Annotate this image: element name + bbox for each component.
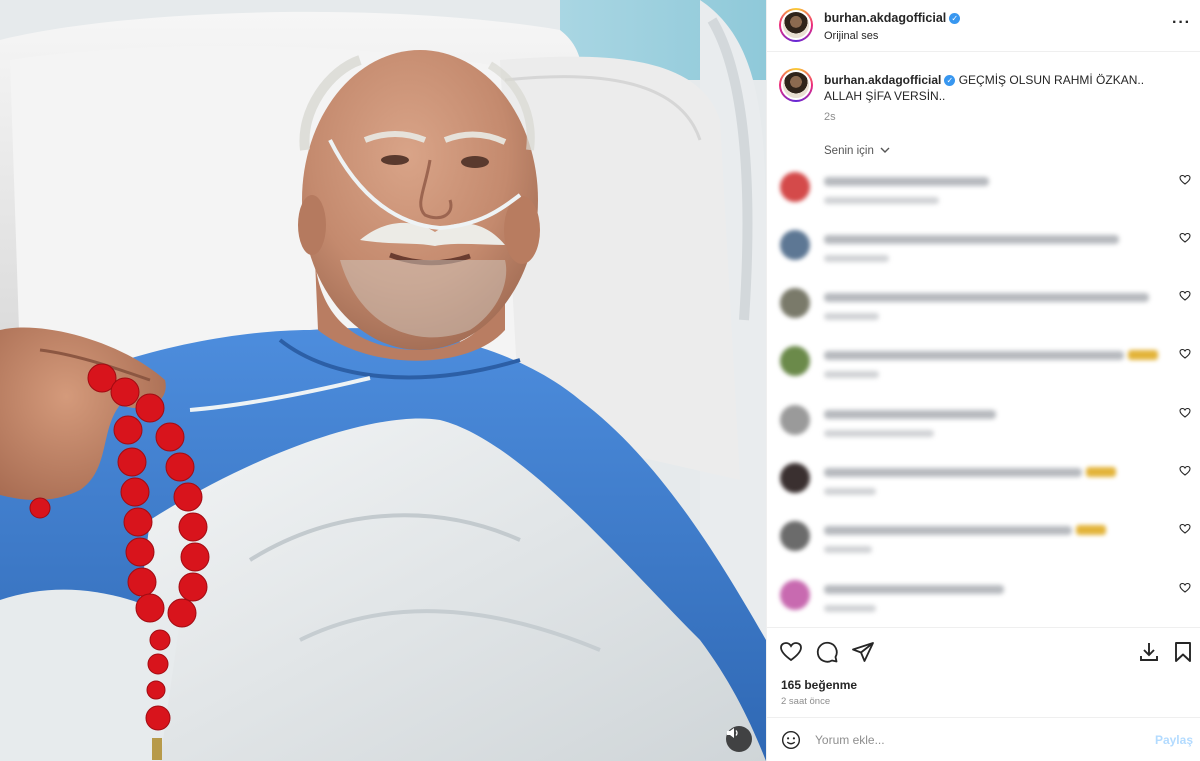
comment-text-blurred	[824, 526, 1072, 535]
comment-like-heart-icon[interactable]	[1179, 465, 1191, 477]
comment-bubble-icon[interactable]	[815, 640, 839, 664]
post-timestamp[interactable]: 2 saat önce	[781, 696, 830, 707]
post-video[interactable]	[0, 0, 766, 761]
comment-text-blurred	[824, 468, 1082, 477]
comment-like-heart-icon[interactable]	[1179, 174, 1191, 186]
comment-item	[767, 172, 1200, 230]
comment-meta-blurred	[824, 488, 876, 495]
comment-meta-blurred	[824, 430, 934, 437]
caption-time[interactable]: 2s	[824, 111, 836, 123]
comment-avatar[interactable]	[780, 521, 810, 551]
share-send-icon[interactable]	[851, 640, 875, 664]
comments-filter-dropdown[interactable]: Senin için	[824, 145, 890, 157]
comment-item	[767, 405, 1200, 463]
author-avatar[interactable]	[779, 8, 813, 42]
comment-meta-blurred	[824, 197, 939, 204]
comments-filter-label: Senin için	[824, 145, 874, 157]
like-heart-icon[interactable]	[779, 640, 803, 664]
post-header: burhan.akdagofficial ✓ Orijinal ses ···	[767, 0, 1200, 52]
emoji-smiley-icon[interactable]	[781, 730, 801, 750]
comment-avatar[interactable]	[780, 230, 810, 260]
comment-item	[767, 463, 1200, 521]
comment-like-heart-icon[interactable]	[1179, 348, 1191, 360]
comment-text-blurred	[824, 351, 1124, 360]
caption-avatar[interactable]	[779, 68, 813, 102]
comment-item	[767, 230, 1200, 288]
comment-like-heart-icon[interactable]	[1179, 407, 1191, 419]
comment-meta-blurred	[824, 371, 879, 378]
audio-label[interactable]: Orijinal ses	[824, 30, 878, 42]
video-frame	[0, 0, 766, 761]
comment-avatar[interactable]	[780, 405, 810, 435]
comment-avatar[interactable]	[780, 580, 810, 610]
speaker-icon	[727, 728, 738, 738]
chevron-down-icon	[880, 147, 890, 153]
download-icon[interactable]	[1137, 640, 1161, 664]
verified-badge-icon: ✓	[944, 75, 956, 86]
post-side-panel: burhan.akdagofficial ✓ Orijinal ses ··· b…	[766, 0, 1200, 761]
comment-avatar[interactable]	[780, 288, 810, 318]
comment-avatar[interactable]	[780, 172, 810, 202]
mute-button[interactable]	[726, 726, 752, 752]
author-username[interactable]: burhan.akdagofficial ✓	[824, 11, 961, 25]
comment-item	[767, 288, 1200, 346]
post-comment-button[interactable]: Paylaş	[1155, 733, 1193, 747]
comment-text-blurred	[824, 235, 1119, 244]
comment-meta-blurred	[824, 313, 879, 320]
comment-avatar[interactable]	[780, 346, 810, 376]
comment-avatar[interactable]	[780, 463, 810, 493]
comment-emoji-blurred	[1076, 525, 1106, 535]
comment-text-blurred	[824, 177, 989, 186]
verified-badge-icon: ✓	[949, 13, 961, 24]
comment-like-heart-icon[interactable]	[1179, 523, 1191, 535]
comment-input[interactable]	[815, 729, 1135, 751]
comment-text-blurred	[824, 293, 1149, 302]
likes-count[interactable]: 165 beğenme	[781, 678, 857, 692]
comment-meta-blurred	[824, 255, 889, 262]
comment-emoji-blurred	[1086, 467, 1116, 477]
comment-item	[767, 346, 1200, 404]
bookmark-icon[interactable]	[1171, 640, 1195, 664]
more-options-button[interactable]: ···	[1172, 14, 1191, 32]
comment-text-blurred	[824, 410, 996, 419]
comment-like-heart-icon[interactable]	[1179, 232, 1191, 244]
comment-like-heart-icon[interactable]	[1179, 582, 1191, 594]
add-comment-bar: Paylaş	[767, 717, 1200, 761]
comment-item	[767, 521, 1200, 579]
comment-meta-blurred	[824, 605, 876, 612]
comment-meta-blurred	[824, 546, 872, 553]
author-username-text[interactable]: burhan.akdagofficial	[824, 11, 946, 25]
caption-username[interactable]: burhan.akdagofficial	[824, 73, 941, 87]
caption: burhan.akdagofficial ✓ GEÇMİŞ OLSUN RAHMİ…	[824, 72, 1164, 104]
comment-like-heart-icon[interactable]	[1179, 290, 1191, 302]
comment-text-blurred	[824, 585, 1004, 594]
post-actions: 165 beğenme 2 saat önce	[767, 627, 1200, 717]
comment-emoji-blurred	[1128, 350, 1158, 360]
instagram-post-view: burhan.akdagofficial ✓ Orijinal ses ··· b…	[0, 0, 1200, 761]
